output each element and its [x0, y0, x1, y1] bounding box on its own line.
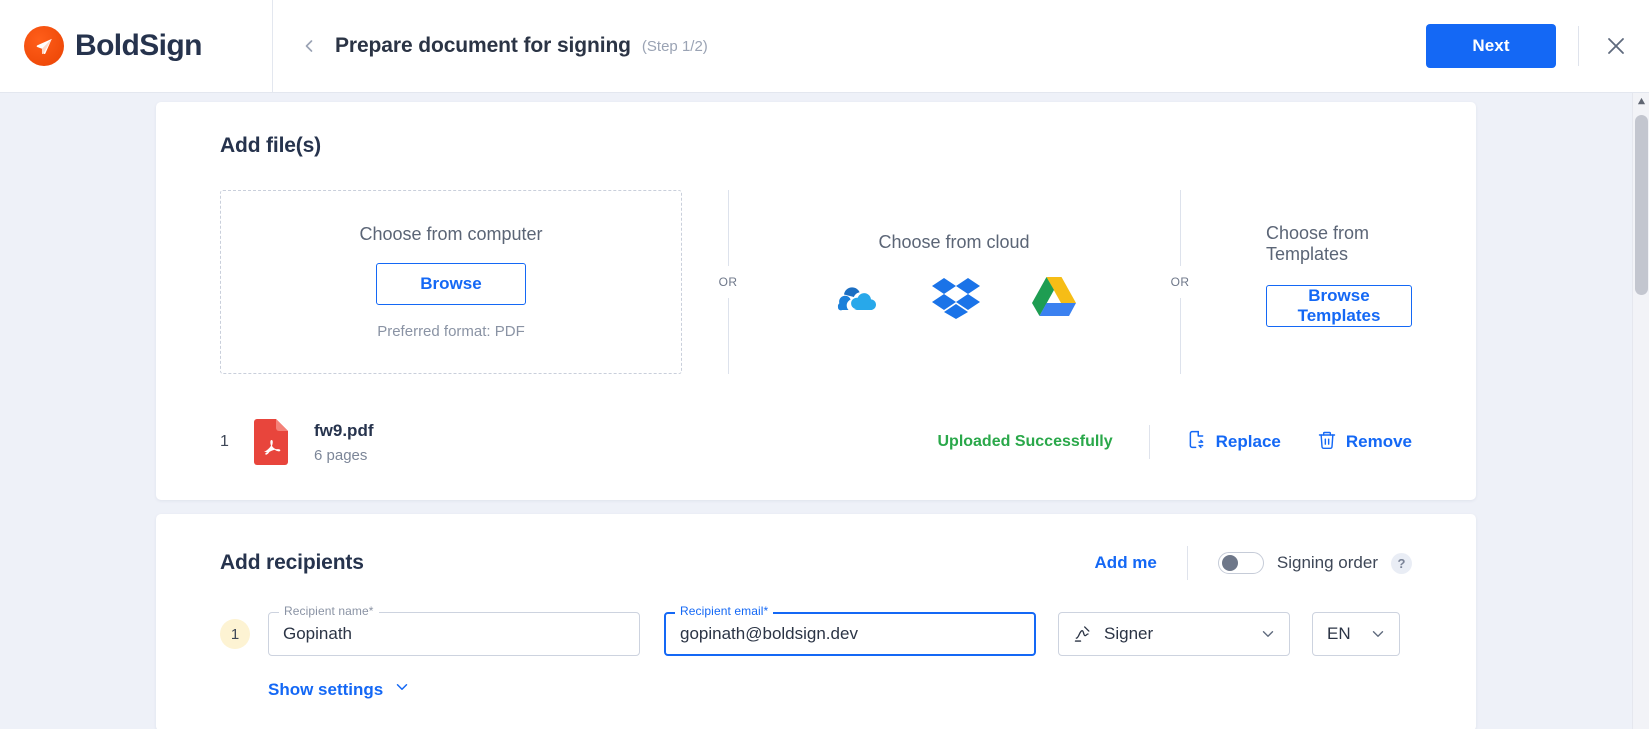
cloud-options: Choose from cloud — [774, 190, 1134, 374]
add-recipients-card: Add recipients Add me Signing order ? 1 … — [156, 514, 1476, 729]
choose-from-templates-label: Choose from Templates — [1266, 223, 1370, 264]
replace-label: Replace — [1215, 432, 1281, 451]
divider-line — [727, 298, 729, 374]
add-me-button[interactable]: Add me — [1095, 553, 1157, 573]
file-page-count: 6 pages — [314, 446, 368, 464]
dropbox-icon[interactable] — [932, 275, 980, 319]
chevron-down-icon — [1259, 625, 1277, 643]
or-label-right: OR — [1170, 275, 1190, 289]
recipient-email-field[interactable]: Recipient email* gopinath@boldsign.dev — [664, 604, 1036, 656]
or-label-left: OR — [718, 275, 738, 289]
file-meta: fw9.pdf 6 pages — [314, 421, 374, 464]
title-zone: Prepare document for signing (Step 1/2) — [273, 32, 1426, 60]
recipient-name-label: Recipient name* — [279, 604, 379, 618]
browse-button[interactable]: Browse — [376, 263, 526, 305]
recipient-role-select[interactable]: Signer — [1058, 612, 1290, 656]
recipient-email-label: Recipient email* — [675, 604, 774, 618]
recipient-index-badge: 1 — [220, 619, 250, 649]
signing-order-label: Signing order — [1276, 553, 1378, 572]
app-root: BoldSign Prepare document for signing (S… — [0, 0, 1649, 729]
browse-templates-button[interactable]: Browse Templates — [1266, 285, 1412, 327]
step-label: (Step 1/2) — [641, 37, 708, 55]
recipient-name-field[interactable]: Recipient name* Gopinath — [268, 604, 640, 656]
or-separator-left: OR — [682, 190, 774, 374]
replace-file-button[interactable]: Replace — [1186, 429, 1281, 455]
recipient-language-select[interactable]: EN — [1312, 612, 1400, 656]
upload-status-text: Uploaded Successfully — [937, 433, 1113, 450]
file-index: 1 — [220, 433, 229, 450]
chevron-down-icon — [1369, 625, 1387, 643]
or-separator-right: OR — [1134, 190, 1226, 374]
google-drive-icon[interactable] — [1030, 276, 1078, 318]
templates-options: Choose from Templates Browse Templates — [1226, 190, 1412, 374]
next-button[interactable]: Next — [1426, 24, 1556, 68]
preferred-format-note: Preferred format: PDF — [377, 323, 525, 340]
recipient-role-value: Signer — [1104, 624, 1154, 643]
file-actions-divider — [1148, 425, 1150, 459]
scroll-up-arrow[interactable] — [1633, 93, 1649, 110]
help-icon[interactable]: ? — [1391, 552, 1412, 574]
show-settings-label: Show settings — [268, 679, 384, 699]
add-files-title: Add file(s) — [220, 134, 322, 157]
content: Add file(s) Choose from computer Browse … — [0, 93, 1632, 729]
close-icon[interactable] — [1601, 31, 1631, 61]
recipient-language-value: EN — [1327, 624, 1351, 643]
remove-label: Remove — [1345, 432, 1412, 451]
choose-from-computer-label: Choose from computer — [359, 224, 543, 244]
page-title: Prepare document for signing — [335, 34, 631, 57]
add-files-card: Add file(s) Choose from computer Browse … — [156, 102, 1476, 500]
uploaded-file-row: 1 fw9.pdf 6 pages Uploaded Successfully … — [220, 418, 1412, 466]
signature-pen-icon — [1073, 624, 1093, 644]
replace-icon — [1186, 429, 1207, 455]
file-dropzone[interactable]: Choose from computer Browse Preferred fo… — [220, 190, 682, 374]
file-name: fw9.pdf — [314, 420, 374, 440]
divider-line — [727, 190, 729, 266]
cloud-provider-list — [830, 275, 1078, 319]
signing-order-toggle[interactable] — [1217, 552, 1264, 574]
upload-options-row: Choose from computer Browse Preferred fo… — [220, 190, 1412, 374]
choose-from-cloud-label: Choose from cloud — [878, 231, 1030, 252]
brand-logo[interactable]: BoldSign — [0, 0, 273, 93]
boldsign-logo-icon — [24, 26, 64, 66]
scroll-area: Add file(s) Choose from computer Browse … — [0, 93, 1649, 729]
vertical-scrollbar[interactable] — [1632, 93, 1649, 729]
recipient-name-input[interactable]: Gopinath — [268, 612, 640, 656]
divider-line — [1179, 298, 1181, 374]
top-bar: BoldSign Prepare document for signing (S… — [0, 0, 1649, 93]
recipient-row: 1 Recipient name* Gopinath Recipient ema… — [220, 604, 1412, 656]
recipients-header-divider — [1186, 546, 1188, 580]
recipients-header: Add recipients Add me Signing order ? — [220, 546, 1412, 580]
pdf-file-icon — [250, 418, 292, 466]
scrollbar-thumb[interactable] — [1635, 115, 1648, 295]
divider-line — [1179, 190, 1181, 266]
add-recipients-title: Add recipients — [220, 551, 364, 574]
trash-icon — [1317, 430, 1337, 455]
toolbar-divider — [1578, 26, 1579, 66]
recipient-email-input[interactable]: gopinath@boldsign.dev — [664, 612, 1036, 656]
show-settings-button[interactable]: Show settings — [268, 678, 411, 701]
toggle-knob — [1221, 555, 1238, 571]
onedrive-icon[interactable] — [830, 279, 882, 315]
chevron-down-icon — [393, 678, 411, 701]
top-actions: Next — [1426, 24, 1649, 68]
remove-file-button[interactable]: Remove — [1317, 430, 1412, 455]
chevron-left-icon[interactable] — [295, 32, 323, 60]
brand-name: BoldSign — [75, 29, 202, 62]
